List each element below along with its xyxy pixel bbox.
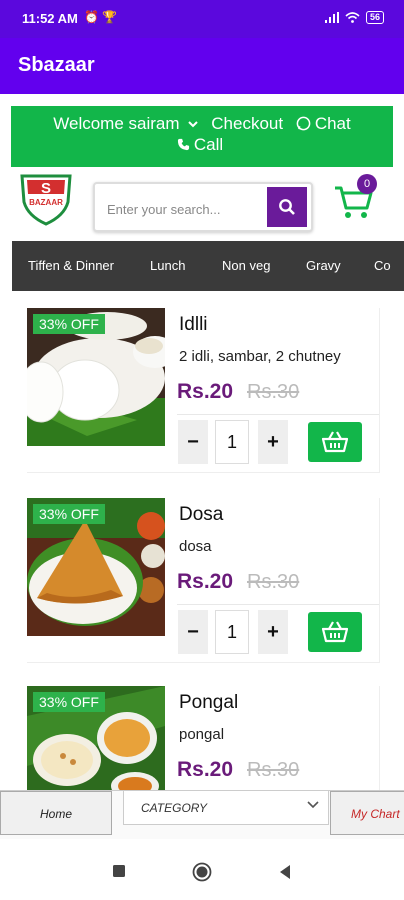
chevron-down-icon <box>307 801 319 809</box>
trophy-icon: 🏆 <box>101 10 120 24</box>
search-button[interactable] <box>267 187 307 227</box>
logo-text: BAZAAR <box>29 198 63 207</box>
sbazaar-logo-icon: S BAZAAR <box>20 174 72 226</box>
discount-badge: 33% OFF <box>33 314 105 334</box>
cart-button[interactable]: 0 <box>333 174 381 220</box>
category-tab-non-veg[interactable]: Non veg <box>222 258 270 273</box>
qty-value[interactable]: 1 <box>215 610 249 654</box>
recents-icon[interactable] <box>112 864 126 878</box>
discount-badge: 33% OFF <box>33 504 105 524</box>
add-to-cart-button[interactable] <box>308 612 362 652</box>
product-price: Rs.20 <box>177 570 234 593</box>
product-original-price: Rs.30 <box>247 381 300 403</box>
product-original-price: Rs.30 <box>247 759 300 781</box>
category-tab-tiffen-dinner[interactable]: Tiffen & Dinner <box>28 258 114 273</box>
category-select-label: CATEGORY <box>141 801 208 815</box>
wifi-icon <box>345 12 360 23</box>
basket-icon <box>322 621 348 643</box>
chevron-down-icon <box>187 121 198 128</box>
product-price: Rs.20 <box>177 758 234 781</box>
checkout-link[interactable]: Checkout <box>211 114 283 133</box>
product-description: 2 idli, sambar, 2 chutney <box>179 348 341 365</box>
product-image[interactable]: 33% OFF <box>27 498 165 636</box>
chat-link[interactable]: Chat <box>296 114 355 133</box>
product-original-price: Rs.30 <box>247 571 300 593</box>
category-tab-gravy[interactable]: Gravy <box>306 258 341 273</box>
search-icon <box>279 199 295 215</box>
brand-logo[interactable]: S BAZAAR <box>18 172 74 226</box>
home-nav-icon[interactable] <box>192 862 212 882</box>
qty-increase-button[interactable]: + <box>258 610 288 654</box>
qty-decrease-button[interactable]: − <box>178 420 208 464</box>
logo-letter: S <box>41 180 51 197</box>
phone-icon <box>177 138 189 151</box>
app-title: Sbazaar <box>18 54 95 76</box>
whatsapp-icon <box>296 116 311 131</box>
qty-value[interactable]: 1 <box>215 420 249 464</box>
status-time: 11:52 AM <box>22 11 78 26</box>
product-image[interactable]: 33% OFF <box>27 308 165 446</box>
search-box <box>93 182 313 232</box>
back-icon[interactable] <box>278 864 292 880</box>
top-action-bar: Welcome sairam Checkout Chat Call <box>11 106 393 167</box>
product-name: Pongal <box>179 692 239 713</box>
qty-decrease-button[interactable]: − <box>178 610 208 654</box>
category-tab-lunch[interactable]: Lunch <box>150 258 185 273</box>
qty-increase-button[interactable]: + <box>258 420 288 464</box>
product-card: 33% OFF Idlli 2 idli, sambar, 2 chutney … <box>27 308 380 473</box>
home-button[interactable]: Home <box>0 791 112 835</box>
welcome-dropdown[interactable]: Welcome sairam <box>49 114 198 133</box>
status-bar: 11:52 AM ⏰🏆 56 <box>0 0 404 38</box>
discount-badge: 33% OFF <box>33 692 105 712</box>
app-bar: Sbazaar <box>0 38 404 94</box>
call-link[interactable]: Call <box>177 135 227 154</box>
add-to-cart-button[interactable] <box>308 422 362 462</box>
basket-icon <box>322 431 348 453</box>
category-nav: Tiffen & Dinner Lunch Non veg Gravy Co <box>12 241 404 291</box>
signal-icon <box>324 12 339 23</box>
product-description: pongal <box>179 726 225 743</box>
product-description: dosa <box>179 538 212 555</box>
system-nav-bar <box>0 848 404 900</box>
my-chart-button[interactable]: My Chart <box>330 791 404 835</box>
product-name: Dosa <box>179 504 224 525</box>
category-select[interactable]: CATEGORY <box>123 791 329 825</box>
search-input[interactable] <box>105 196 269 222</box>
alarm-icon: ⏰ <box>84 10 102 24</box>
bottom-bar: Home CATEGORY My Chart <box>0 790 404 839</box>
battery-icon: 56 <box>365 11 384 24</box>
product-price: Rs.20 <box>177 380 234 403</box>
cart-count-badge: 0 <box>357 174 377 194</box>
product-card: 33% OFF Dosa dosa Rs.20 Rs.30 − 1 + <box>27 498 380 663</box>
category-tab-more[interactable]: Co <box>374 258 391 273</box>
product-image[interactable]: 33% OFF <box>27 686 165 790</box>
product-name: Idlli <box>179 314 208 335</box>
product-card: 33% OFF Pongal pongal Rs.20 Rs.30 <box>27 686 380 790</box>
